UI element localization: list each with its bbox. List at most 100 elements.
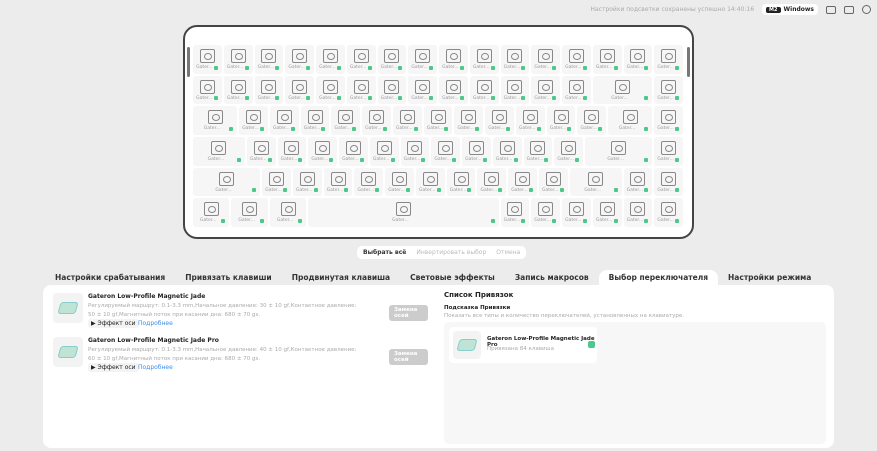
key[interactable]: Gater...: [254, 44, 285, 75]
tab[interactable]: Настройки режима: [718, 270, 821, 286]
window-icon[interactable]: [844, 5, 854, 14]
binding-card[interactable]: Gateron Low-Profile Magnetic Jade Pro Пр…: [449, 327, 597, 363]
tab[interactable]: Привязать клавиши: [175, 270, 281, 286]
key[interactable]: Gater...: [192, 75, 223, 106]
key[interactable]: Gater...: [407, 44, 438, 75]
key[interactable]: Gater...: [192, 136, 246, 167]
key[interactable]: Gater...: [653, 167, 684, 198]
key[interactable]: Gater...: [653, 44, 684, 75]
key[interactable]: Gater...: [507, 167, 538, 198]
key[interactable]: Gater...: [246, 136, 277, 167]
key[interactable]: Gater...: [284, 75, 315, 106]
key[interactable]: Gater...: [484, 105, 515, 136]
key[interactable]: Gater...: [269, 197, 307, 228]
tab[interactable]: Запись макросов: [505, 270, 599, 286]
key[interactable]: Gater...: [192, 197, 230, 228]
key[interactable]: Gater...: [476, 167, 507, 198]
key[interactable]: Gater...: [223, 75, 254, 106]
key[interactable]: Gater...: [423, 105, 454, 136]
key[interactable]: Gater...: [307, 136, 338, 167]
os-selector[interactable]: M2 Windows: [762, 4, 818, 15]
tab[interactable]: Продвинутая клавиша: [282, 270, 400, 286]
key[interactable]: Gater...: [438, 44, 469, 75]
key[interactable]: Gater...: [623, 44, 654, 75]
key[interactable]: Gater...: [330, 105, 361, 136]
key[interactable]: Gater...: [361, 105, 392, 136]
key[interactable]: Gater...: [192, 44, 223, 75]
key[interactable]: Gater...: [192, 167, 261, 198]
key[interactable]: Gater...: [569, 167, 623, 198]
gear-icon[interactable]: [862, 5, 871, 14]
key[interactable]: Gater...: [269, 105, 300, 136]
key[interactable]: Gater...: [469, 75, 500, 106]
key[interactable]: Gater...: [469, 44, 500, 75]
key[interactable]: Gater...: [338, 136, 369, 167]
replace-switch-button[interactable]: Замена осей: [389, 305, 428, 321]
key[interactable]: Gater...: [561, 197, 592, 228]
key[interactable]: Gater...: [653, 197, 684, 228]
key[interactable]: Gater...: [461, 136, 492, 167]
key[interactable]: Gater...: [254, 75, 285, 106]
more-link[interactable]: Подробнее: [138, 364, 173, 371]
key[interactable]: Gater...: [653, 136, 684, 167]
replace-switch-button[interactable]: Замена осей: [389, 349, 428, 365]
key[interactable]: Gater...: [323, 167, 354, 198]
key[interactable]: Gater...: [623, 197, 654, 228]
key[interactable]: Gater...: [492, 136, 523, 167]
key[interactable]: Gater...: [653, 105, 684, 136]
key[interactable]: Gater...: [377, 44, 408, 75]
key[interactable]: Gater...: [277, 136, 308, 167]
tab[interactable]: Настройки срабатывания: [45, 270, 175, 286]
key[interactable]: Gater...: [523, 136, 554, 167]
key[interactable]: Gater...: [530, 44, 561, 75]
key[interactable]: Gater...: [261, 167, 292, 198]
key[interactable]: Gater...: [353, 167, 384, 198]
key[interactable]: Gater...: [592, 44, 623, 75]
key[interactable]: Gater...: [453, 105, 484, 136]
key[interactable]: Gater...: [607, 105, 653, 136]
key[interactable]: Gater...: [530, 197, 561, 228]
key[interactable]: Gater...: [430, 136, 461, 167]
key[interactable]: Gater...: [530, 75, 561, 106]
key[interactable]: Gater...: [500, 75, 531, 106]
key[interactable]: Gater...: [377, 75, 408, 106]
key[interactable]: Gater...: [369, 136, 400, 167]
tab[interactable]: Выбор переключателя: [598, 270, 719, 286]
key[interactable]: Gater...: [223, 44, 254, 75]
more-link[interactable]: Подробнее: [138, 320, 173, 327]
scrollbar-left[interactable]: [187, 47, 190, 77]
screenshot-icon[interactable]: [826, 5, 836, 14]
key[interactable]: Gater...: [415, 167, 446, 198]
key[interactable]: Gater...: [500, 197, 531, 228]
key[interactable]: Gater...: [438, 75, 469, 106]
key[interactable]: Gater...: [407, 75, 438, 106]
scrollbar-right[interactable]: [687, 47, 690, 77]
effect-button[interactable]: ▶ Эффект оси: [88, 363, 139, 372]
key[interactable]: Gater...: [230, 197, 268, 228]
key[interactable]: Gater...: [500, 44, 531, 75]
key[interactable]: Gater...: [553, 136, 584, 167]
key[interactable]: Gater...: [315, 44, 346, 75]
key[interactable]: Gater...: [400, 136, 431, 167]
key[interactable]: Gater...: [515, 105, 546, 136]
key[interactable]: Gater...: [584, 136, 653, 167]
key[interactable]: Gater...: [192, 105, 238, 136]
key[interactable]: Gater...: [307, 197, 499, 228]
key[interactable]: Gater...: [384, 167, 415, 198]
key[interactable]: Gater...: [546, 105, 577, 136]
key[interactable]: Gater...: [592, 197, 623, 228]
effect-button[interactable]: ▶ Эффект оси: [88, 319, 139, 328]
key[interactable]: Gater...: [576, 105, 607, 136]
key[interactable]: Gater...: [623, 167, 654, 198]
key[interactable]: Gater...: [538, 167, 569, 198]
key[interactable]: Gater...: [346, 75, 377, 106]
key[interactable]: Gater...: [300, 105, 331, 136]
cancel-button[interactable]: Отмена: [496, 249, 520, 256]
key[interactable]: Gater...: [284, 44, 315, 75]
key[interactable]: Gater...: [592, 75, 654, 106]
key[interactable]: Gater...: [292, 167, 323, 198]
tab[interactable]: Световые эффекты: [400, 270, 505, 286]
key[interactable]: Gater...: [653, 75, 684, 106]
select-all-button[interactable]: Выбрать всё: [363, 249, 406, 256]
key[interactable]: Gater...: [315, 75, 346, 106]
